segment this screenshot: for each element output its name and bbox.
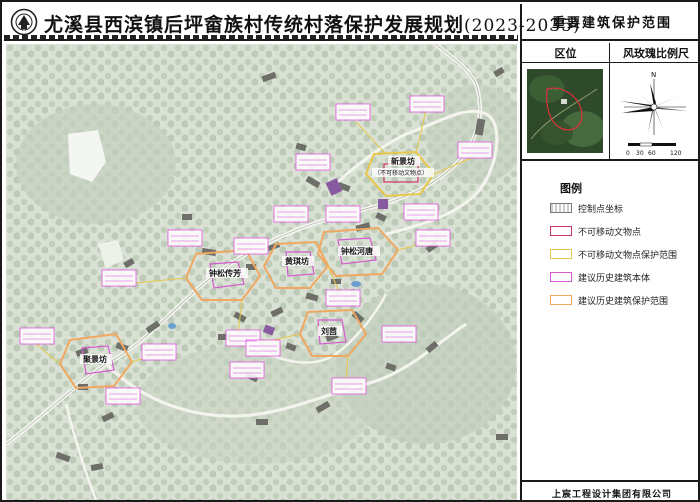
pond [351,281,361,287]
legend-title: 图例 [560,182,582,195]
legend-swatch [550,272,572,282]
legend-swatch [550,226,572,236]
legend-item-control-point: 控制点坐标 [550,200,623,216]
title-bar: 尤溪县西滨镇后坪畲族村传统村落保护发展规划(2023-2035) [4,4,580,41]
legend-item-historic-range: 建议历史建筑保护范围 [550,292,668,308]
side-panel: 重要建筑保护范围 区位 风玫瑰比例尺 · · · N 0 30 60 120 图… [520,4,700,502]
place-label-jinjingfang: 聚景坊 [82,354,107,364]
wind-rose-icon: N 0 30 60 120 [620,71,688,157]
place-label-xinjingfang: 新景坊 [391,156,415,166]
place-label-zhongsongchuanfang: 钟松传芳 [209,268,241,278]
legend-item-heritage-range: 不可移动文物点保护范围 [550,246,677,262]
location-heading: 区位 [522,43,610,63]
map-viewport[interactable]: 新景坊 （不可移动文物点） 钟松传芳 黄琪坊 钟松河唐 刘茴 聚景坊 [6,44,517,500]
place-label-zhongsonghoutang: 钟松河唐 [341,246,373,256]
scale-tick: 30 [636,150,644,157]
main-title: 尤溪县西滨镇后坪畲族村传统村落保护发展规划(2023-2035) [44,10,581,37]
village-map: 新景坊 （不可移动文物点） 钟松传芳 黄琪坊 钟松河唐 刘茴 聚景坊 [6,44,517,500]
place-label-liufang: 刘茴 [321,326,337,336]
scale-tick: 0 [626,150,630,157]
drawing-sheet: 尤溪县西滨镇后坪畲族村传统村落保护发展规划(2023-2035) 新景坊 （不可… [0,0,700,502]
location-inset[interactable]: · · · [522,63,610,161]
place-sublabel-xinjingfang: （不可移动文物点） [374,169,428,177]
compass-heading: 风玫瑰比例尺 [610,43,700,63]
legend-item-heritage-point: 不可移动文物点 [550,223,641,239]
legend-label: 不可移动文物点保护范围 [578,250,678,261]
planning-logo-icon [10,8,38,36]
legend-swatch [550,249,572,259]
title-text: 尤溪县西滨镇后坪畲族村传统村落保护发展规划 [44,14,465,36]
north-label: N [651,71,656,79]
legend-swatch [550,203,572,213]
place-label-huangqifang: 黄琪坊 [285,256,309,266]
ethnic-pattern-strip [4,35,518,39]
scale-tick: 120 [670,150,682,157]
svg-text:· · ·: · · · [551,87,557,92]
legend-label: 控制点坐标 [578,204,624,215]
legend-label: 不可移动文物点 [578,227,642,238]
location-satellite-map: · · · [527,69,603,153]
company-name: 上宸工程设计集团有限公司 [551,489,672,500]
legend-item-historic-body: 建议历史建筑本体 [550,269,650,285]
scale-tick: 60 [648,150,656,157]
legend-swatch [550,295,572,305]
compass-inset: N 0 30 60 120 [610,63,700,161]
legend-label: 建议历史建筑本体 [578,273,651,284]
pond [168,323,176,329]
legend-label: 建议历史建筑保护范围 [578,296,669,307]
drawing-title: 重要建筑保护范围 [522,4,700,41]
